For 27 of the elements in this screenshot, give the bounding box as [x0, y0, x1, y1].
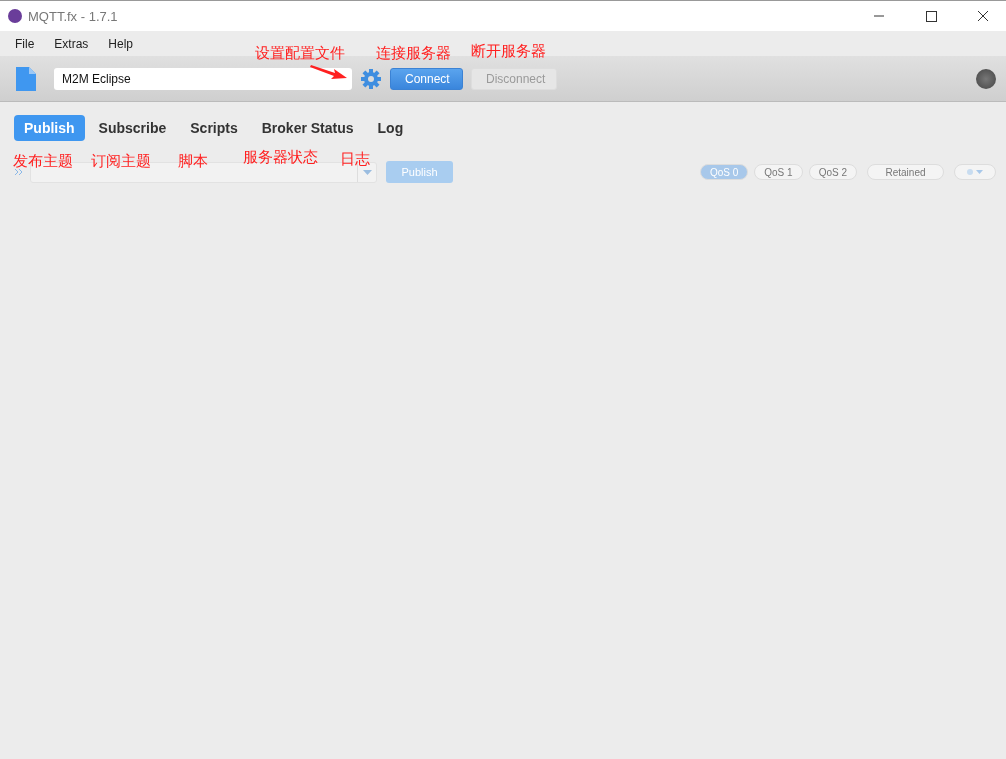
annotation-text: 断开服务器	[471, 42, 546, 61]
qos-toggle[interactable]: QoS 2	[808, 164, 857, 180]
qos-toggle[interactable]: QoS 1	[754, 164, 803, 180]
annotation-text: 设置配置文件	[255, 44, 345, 63]
tab[interactable]: Subscribe	[88, 115, 177, 141]
annotation-text: 订阅主题	[91, 152, 151, 171]
annotation-text: 连接服务器	[376, 44, 451, 63]
menu-item[interactable]: File	[7, 34, 43, 53]
annotation-text: 服务器状态	[243, 148, 318, 167]
annotation-text: 发布主题	[13, 152, 73, 171]
caret-icon[interactable]	[362, 169, 372, 175]
chevron-icon	[14, 168, 24, 176]
annotation-text: 日志	[340, 150, 370, 169]
profile-field[interactable]: M2M Eclipse	[54, 67, 352, 90]
retained-toggle[interactable]: Retained	[867, 164, 944, 180]
annotation-arrow	[309, 62, 349, 82]
tab[interactable]: Log	[367, 115, 414, 141]
tab[interactable]: Broker Status	[251, 115, 364, 141]
document-icon[interactable]	[16, 66, 36, 91]
annotation-text: 脚本	[178, 152, 208, 171]
app-icon	[8, 9, 22, 23]
options-button[interactable]	[954, 164, 996, 180]
menu-item[interactable]: Extras	[46, 34, 97, 53]
tab[interactable]: Scripts	[180, 115, 248, 141]
menu-item[interactable]: Help	[100, 34, 142, 53]
window-title: MQTT.fx - 1.7.1	[28, 8, 118, 24]
settings-icon[interactable]	[360, 67, 382, 90]
